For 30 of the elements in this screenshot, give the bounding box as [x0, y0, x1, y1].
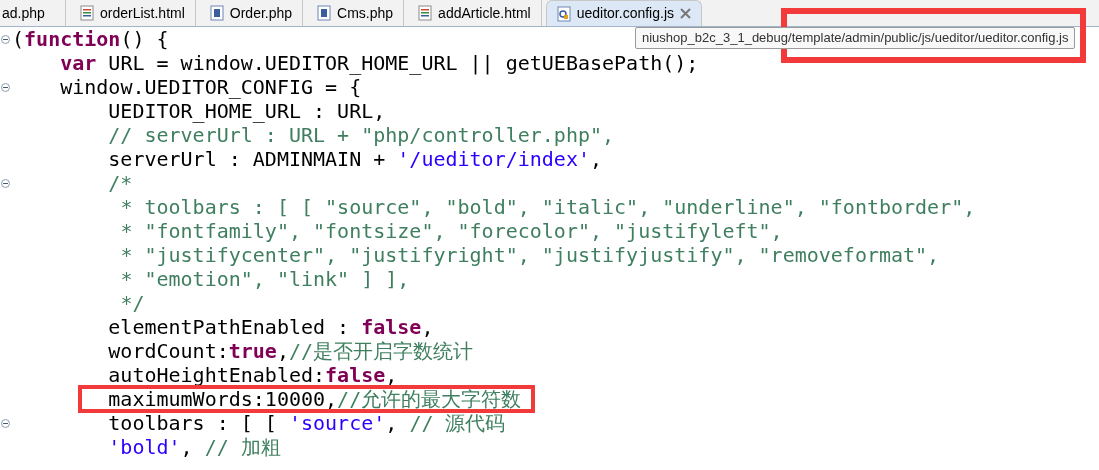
code-line: UEDITOR_HOME_URL : URL,	[108, 99, 386, 123]
collapse-icon[interactable]	[1, 178, 10, 188]
code-line: // serverUrl : URL + "php/controller.php",	[108, 123, 615, 147]
code-line: * "fontfamily", "fontsize", "forecolor", "justifyleft",	[120, 219, 783, 243]
collapse-icon[interactable]	[1, 34, 10, 44]
code-line: serverUrl : ADMINMAIN + '/ueditor/index',	[108, 147, 602, 171]
code-line: var URL = window.UEDITOR_HOME_URL || getUEBasePath();	[60, 51, 699, 75]
code-line: autoHeightEnabled:false,	[108, 363, 398, 387]
document-icon	[80, 5, 94, 21]
code-line: * "emotion", "link" ] ],	[120, 267, 410, 291]
code-line: 'bold', // 加粗	[108, 435, 281, 459]
file-icon	[209, 5, 224, 21]
file-tab[interactable]: ueditor.config.js	[545, 0, 702, 26]
code-line: (function() {	[12, 27, 169, 51]
code-line: window.UEDITOR_CONFIG = {	[60, 75, 362, 99]
code-line: * "justifycenter", "justifyright", "justifyjustify", "removeformat",	[120, 243, 940, 267]
file-tab[interactable]: ad.php	[0, 0, 66, 26]
code-line: wordCount:true,//是否开启字数统计	[108, 339, 474, 363]
path-tooltip: niushop_b2c_3_1_debug/template/admin/public/js/ueditor/ueditor.config.js	[635, 27, 1076, 49]
file-icon	[317, 5, 332, 21]
collapse-icon[interactable]	[1, 82, 10, 92]
code-line: */	[120, 291, 145, 315]
close-icon[interactable]	[680, 8, 691, 19]
code-line: /*	[108, 171, 133, 195]
collapse-icon[interactable]	[1, 418, 10, 428]
script-file-icon	[556, 5, 571, 22]
code-line: * toolbars : [ [ "source", "bold", "italic", "underline", "fontborder",	[120, 195, 976, 219]
code-line: elementPathEnabled : false,	[108, 315, 434, 339]
document-icon	[418, 5, 433, 21]
code-line: toolbars : [ [ 'source', // 源代码	[108, 411, 506, 435]
